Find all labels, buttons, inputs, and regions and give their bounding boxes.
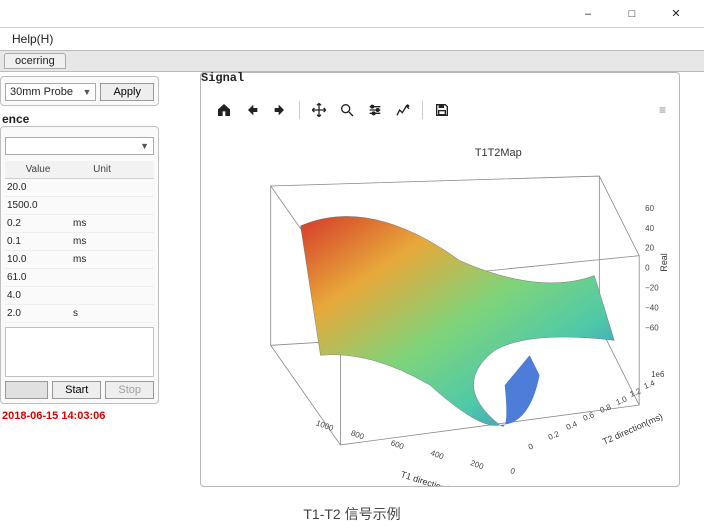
- start-button[interactable]: Start: [52, 381, 101, 399]
- svg-text:60: 60: [645, 204, 654, 213]
- svg-text:−20: −20: [645, 284, 659, 293]
- svg-text:400: 400: [429, 448, 445, 461]
- svg-text:20: 20: [645, 244, 654, 253]
- svg-text:40: 40: [645, 224, 654, 233]
- ribbon-tab-bar: ocerring: [0, 50, 704, 72]
- svg-text:Real: Real: [659, 253, 669, 271]
- figure-caption: T1-T2 信号示例: [0, 504, 704, 524]
- svg-text:1000: 1000: [315, 418, 335, 433]
- signal-panel: Signal ≡ T1T2Map: [200, 72, 680, 487]
- window-titlebar: – □ ✕: [0, 0, 704, 28]
- surface-chart: T1T2Map: [201, 125, 679, 486]
- chevron-down-icon: ▼: [140, 141, 149, 151]
- configure-icon[interactable]: [364, 99, 386, 121]
- table-row: 2.0s: [5, 305, 154, 323]
- tab-processing[interactable]: ocerring: [4, 53, 66, 69]
- blank-button[interactable]: [5, 381, 48, 399]
- chart-title: T1T2Map: [475, 147, 522, 159]
- close-button[interactable]: ✕: [654, 4, 698, 24]
- home-icon[interactable]: [213, 99, 235, 121]
- help-menu[interactable]: Help(H): [6, 32, 59, 46]
- table-row: 10.0ms: [5, 251, 154, 269]
- table-row: 0.2ms: [5, 215, 154, 233]
- svg-text:1.4: 1.4: [643, 378, 657, 391]
- timestamp: 2018-06-15 14:03:06: [0, 410, 165, 422]
- svg-text:0.4: 0.4: [565, 419, 579, 432]
- svg-text:T2 direction(ms): T2 direction(ms): [601, 411, 664, 446]
- stop-button[interactable]: Stop: [105, 381, 154, 399]
- notes-area[interactable]: [5, 327, 154, 377]
- table-row: 20.0: [5, 179, 154, 197]
- svg-text:600: 600: [390, 438, 406, 451]
- menu-bar: Help(H): [0, 28, 704, 50]
- separator: [422, 101, 423, 119]
- apply-button[interactable]: Apply: [100, 83, 154, 101]
- probe-combo-label: 30mm Probe: [10, 86, 73, 98]
- svg-text:0: 0: [509, 466, 517, 476]
- back-icon[interactable]: [241, 99, 263, 121]
- svg-text:−60: −60: [645, 323, 659, 332]
- hamburger-icon[interactable]: ≡: [659, 103, 667, 117]
- edit-icon[interactable]: [392, 99, 414, 121]
- signal-label: Signal: [197, 71, 248, 85]
- th-value: Value: [5, 161, 71, 178]
- sequence-group: ▼ Value Unit 20.0 1500.0 0.2ms 0.1ms 10.…: [0, 126, 159, 404]
- table-row: 61.0: [5, 269, 154, 287]
- svg-text:200: 200: [469, 458, 485, 471]
- svg-text:T1 direction(ms): T1 direction(ms): [400, 469, 465, 486]
- zoom-icon[interactable]: [336, 99, 358, 121]
- table-row: 1500.0: [5, 197, 154, 215]
- svg-text:800: 800: [350, 428, 366, 441]
- chevron-down-icon: ▼: [83, 87, 92, 97]
- table-row: 0.1ms: [5, 233, 154, 251]
- svg-text:0.8: 0.8: [599, 402, 613, 415]
- chart-toolbar: ≡: [213, 97, 667, 123]
- svg-text:1.0: 1.0: [615, 394, 629, 407]
- svg-text:1e6: 1e6: [651, 370, 665, 379]
- forward-icon[interactable]: [269, 99, 291, 121]
- sequence-label: ence: [2, 112, 165, 126]
- save-icon[interactable]: [431, 99, 453, 121]
- sequence-combo[interactable]: ▼: [5, 137, 154, 155]
- svg-text:−40: −40: [645, 303, 659, 312]
- param-table: 20.0 1500.0 0.2ms 0.1ms 10.0ms 61.0 4.0 …: [5, 179, 154, 323]
- workspace: 30mm Probe ▼ Apply ence ▼ Value Unit 20.…: [0, 72, 704, 478]
- maximize-button[interactable]: □: [610, 4, 654, 24]
- table-row: 4.0: [5, 287, 154, 305]
- probe-combo[interactable]: 30mm Probe ▼: [5, 83, 96, 101]
- right-panel: Signal ≡ T1T2Map: [170, 72, 700, 478]
- separator: [299, 101, 300, 119]
- svg-text:0.2: 0.2: [547, 429, 561, 442]
- svg-text:0: 0: [527, 442, 535, 452]
- table-header: Value Unit: [5, 161, 154, 179]
- left-panel: 30mm Probe ▼ Apply ence ▼ Value Unit 20.…: [0, 72, 165, 478]
- probe-group: 30mm Probe ▼ Apply: [0, 76, 159, 106]
- chart-area[interactable]: T1T2Map: [201, 125, 679, 486]
- th-unit: Unit: [71, 161, 133, 178]
- minimize-button[interactable]: –: [566, 4, 610, 24]
- pan-icon[interactable]: [308, 99, 330, 121]
- svg-text:0: 0: [645, 264, 650, 273]
